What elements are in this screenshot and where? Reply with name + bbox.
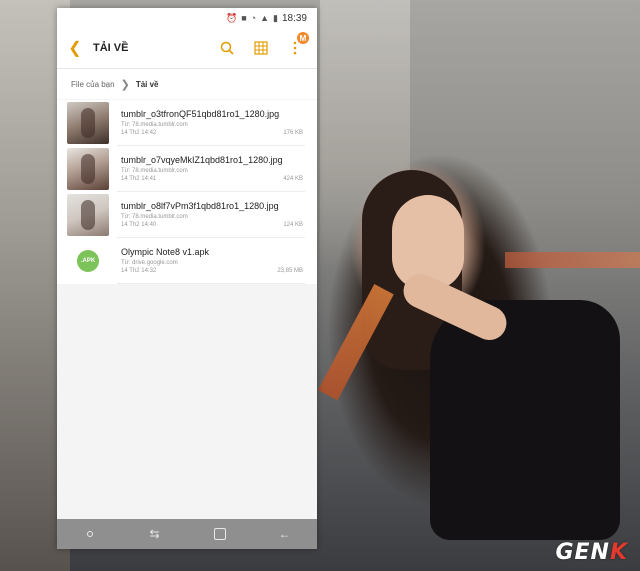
nav-dot-button[interactable] [70,522,110,546]
breadcrumb-current: Tải về [135,79,159,89]
file-name: tumblr_o3tfronQF51qbd81ro1_1280.jpg [121,109,280,119]
back-arrow-icon: ← [278,527,291,541]
status-bar: ⏰ ■ ◔ ▲ ▮ 18:39 [57,8,317,28]
more-options-button[interactable]: M [285,32,309,58]
recent-apps-icon: ⇆ [149,527,160,541]
grid-icon [254,41,268,55]
list-item[interactable]: tumblr_o8lf7vPm3f1qbd81ro1_1280.jpg Từ: … [57,192,317,238]
breadcrumb: File của bạn ❯ Tải về [57,69,317,99]
wifi-icon: ◔ [250,13,257,23]
file-source: Từ: 78.media.tumblr.com [121,168,188,174]
file-size: 23,85 MB [277,268,303,274]
file-size: 424 KB [283,176,303,182]
signal-icon: ▲ [260,13,270,23]
file-list: tumblr_o3tfronQF51qbd81ro1_1280.jpg Từ: … [57,100,317,284]
dot-icon [86,531,93,537]
background-person-dress [430,300,620,540]
file-info: Olympic Note8 v1.apk Từ: drive.google.co… [121,238,307,284]
grid-view-button[interactable] [251,38,271,58]
notification-icon: ■ [241,13,247,23]
page-title: TẢI VỀ [93,42,129,54]
chevron-right-icon: ❯ [120,78,130,91]
file-info: tumblr_o7vqyeMkIZ1qbd81ro1_1280.jpg Từ: … [121,146,307,192]
phone-screen: ⏰ ■ ◔ ▲ ▮ 18:39 ❮ TẢI VỀ M File của bạn … [57,8,317,549]
file-source: Từ: 78.media.tumblr.com [121,214,188,220]
system-navigation-bar: ⇆ ← [57,519,317,549]
file-source: Từ: 78.media.tumblr.com [121,122,188,128]
file-date: 14 Th2 14:42 [121,130,157,136]
breadcrumb-root[interactable]: File của bạn [71,80,115,89]
status-time: 18:39 [281,12,307,24]
image-thumbnail [67,194,109,236]
file-source: Từ: drive.google.com [121,260,178,266]
list-item[interactable]: .APK Olympic Note8 v1.apk Từ: drive.goog… [57,238,317,284]
app-bar-actions: M [217,32,309,58]
background-railing [505,252,640,268]
battery-icon: ▮ [273,12,278,23]
back-button[interactable]: ❮ [65,38,85,58]
file-info: tumblr_o3tfronQF51qbd81ro1_1280.jpg Từ: … [121,100,307,146]
search-button[interactable] [217,38,237,58]
app-bar: ❮ TẢI VỀ M [57,28,317,68]
file-size: 124 KB [283,222,303,228]
apk-icon-label: .APK [77,250,99,272]
chevron-left-icon: ❮ [68,40,82,57]
image-thumbnail [67,148,109,190]
home-button[interactable] [200,522,240,546]
image-thumbnail [67,102,109,144]
more-vert-icon [293,41,297,55]
watermark-suffix: K [609,540,628,565]
file-name: Olympic Note8 v1.apk [121,247,210,257]
file-name: tumblr_o7vqyeMkIZ1qbd81ro1_1280.jpg [121,155,283,165]
file-date: 14 Th2 14:41 [121,176,157,182]
recent-apps-button[interactable]: ⇆ [135,522,175,546]
file-date: 14 Th2 14:32 [121,268,157,274]
file-name: tumblr_o8lf7vPm3f1qbd81ro1_1280.jpg [121,201,279,211]
list-item[interactable]: tumblr_o3tfronQF51qbd81ro1_1280.jpg Từ: … [57,100,317,146]
home-icon [213,528,226,540]
watermark-logo: GENK [555,540,628,565]
file-date: 14 Th2 14:40 [121,222,157,228]
back-nav-button[interactable]: ← [265,522,305,546]
notification-badge: M [297,32,309,44]
alarm-icon: ⏰ [226,12,238,23]
file-size: 176 KB [283,130,303,136]
search-icon [220,41,234,55]
file-info: tumblr_o8lf7vPm3f1qbd81ro1_1280.jpg Từ: … [121,192,307,238]
watermark-prefix: GEN [555,540,610,565]
apk-icon: .APK [67,240,109,282]
list-item[interactable]: tumblr_o7vqyeMkIZ1qbd81ro1_1280.jpg Từ: … [57,146,317,192]
